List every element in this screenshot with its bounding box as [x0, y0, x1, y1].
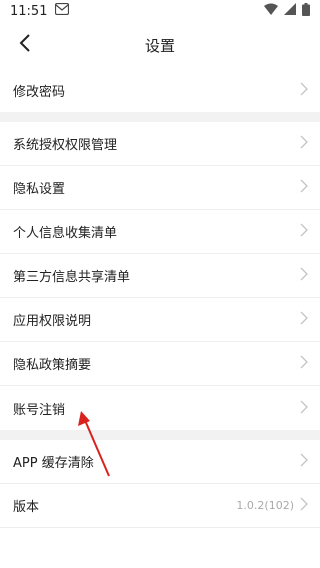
settings-item-label: 账号注销 — [13, 402, 66, 418]
chevron-right-icon — [300, 354, 308, 373]
chevron-right-icon — [300, 134, 308, 153]
chevron-right-icon — [300, 222, 308, 241]
nav-bar: 设置 — [0, 22, 320, 68]
settings-item-label: APP 缓存清除 — [13, 456, 94, 471]
settings-item-label: 隐私政策摘要 — [13, 358, 92, 373]
section-separator — [0, 430, 320, 440]
status-left: 11:51 — [10, 2, 70, 19]
settings-item-version[interactable]: 版本 1.0.2(102) — [0, 484, 320, 528]
settings-item-third-party-sharing[interactable]: 第三方信息共享清单 — [0, 254, 320, 298]
mail-icon — [55, 2, 70, 19]
chevron-right-icon — [300, 81, 308, 100]
battery-icon — [302, 2, 310, 20]
settings-item-label: 第三方信息共享清单 — [13, 270, 131, 285]
settings-item-privacy-summary[interactable]: 隐私政策摘要 — [0, 342, 320, 386]
status-bar: 11:51 — [0, 0, 320, 22]
chevron-right-icon — [300, 178, 308, 197]
settings-item-change-password[interactable]: 修改密码 — [0, 68, 320, 112]
chevron-right-icon — [300, 452, 308, 471]
signal-icon — [284, 3, 296, 19]
section-separator — [0, 112, 320, 122]
status-time: 11:51 — [10, 3, 48, 19]
settings-item-label: 个人信息收集清单 — [13, 226, 118, 241]
wifi-icon — [264, 3, 278, 19]
settings-item-system-permissions[interactable]: 系统授权权限管理 — [0, 122, 320, 166]
chevron-right-icon — [300, 496, 308, 515]
settings-item-label: 版本 — [13, 500, 40, 515]
settings-item-label: 系统授权权限管理 — [13, 138, 118, 153]
settings-item-personal-info-list[interactable]: 个人信息收集清单 — [0, 210, 320, 254]
settings-item-clear-cache[interactable]: APP 缓存清除 — [0, 440, 320, 484]
chevron-right-icon — [300, 266, 308, 285]
settings-item-app-permissions[interactable]: 应用权限说明 — [0, 298, 320, 342]
settings-item-account-cancel[interactable]: 账号注销 — [0, 386, 320, 430]
version-value: 1.0.2(102) — [236, 499, 294, 512]
back-button[interactable] — [10, 30, 40, 60]
chevron-left-icon — [18, 33, 32, 57]
status-right — [264, 2, 310, 20]
chevron-right-icon — [300, 310, 308, 329]
settings-list: 修改密码 系统授权权限管理 隐私设置 个人信息收集清单 第三方信息共享清单 应用… — [0, 68, 320, 528]
settings-item-label: 修改密码 — [13, 84, 66, 100]
page-title: 设置 — [144, 36, 175, 55]
settings-item-label: 隐私设置 — [13, 182, 66, 197]
chevron-right-icon — [300, 399, 308, 418]
settings-item-label: 应用权限说明 — [13, 314, 92, 329]
settings-item-privacy-settings[interactable]: 隐私设置 — [0, 166, 320, 210]
